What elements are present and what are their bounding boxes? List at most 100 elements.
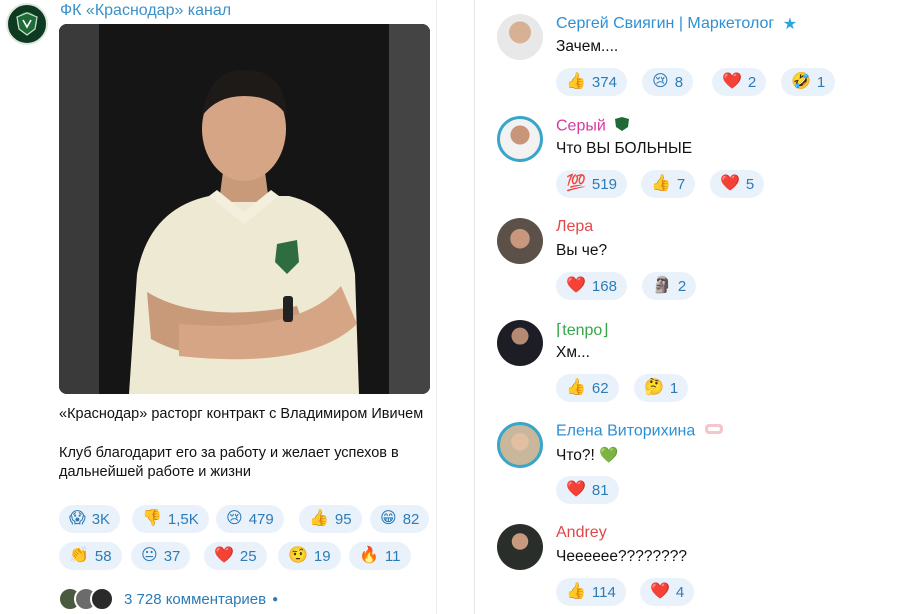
comment-text: Что?! 💚 [556,447,619,464]
reaction-count: 82 [402,510,420,528]
reaction-count: 5 [745,175,755,193]
reaction-count: 2 [747,73,757,91]
thumbs-up-emoji-icon: 👍 [566,379,586,396]
reaction-count: 8 [674,73,684,91]
comment-reaction-heart[interactable]: ❤️ 2 [712,68,767,96]
reaction-count: 2 [677,277,687,295]
reaction-count: 58 [94,547,112,565]
comment-reaction-moai[interactable]: 🗿 2 [642,272,697,300]
reaction-count: 62 [591,379,609,397]
avatar[interactable] [497,422,543,468]
comments-count: 3 728 комментариев [124,590,267,608]
comment-author[interactable]: Andrey [556,524,607,542]
channel-post-panel: ФК «Краснодар» канал «Краснодар» расторг… [0,0,460,614]
post-reaction-thumbs-up[interactable]: 👍 95 [299,505,362,533]
comment-reaction-rofl[interactable]: 🤣 1 [781,68,836,96]
reaction-count: 19 [313,547,331,565]
post-reaction-fire[interactable]: 🔥 11 [349,542,411,570]
comment-reaction-thumbs-up[interactable]: 👍 114 [556,578,626,606]
post-text: «Краснодар» расторг контракт с Владимиро… [59,405,439,502]
post-reaction-scream[interactable]: 😱 3K [59,505,121,533]
reaction-count: 114 [591,583,616,601]
avatar[interactable] [497,218,543,264]
author-name: Andrey [556,524,607,541]
reaction-count: 81 [591,481,609,499]
channel-avatar[interactable] [6,3,48,45]
post-reaction-thumbs-down[interactable]: 👎 1,5K [132,505,209,533]
commenter-avatar [90,587,114,611]
unread-dot-icon: ● [272,593,279,605]
comment-author[interactable]: ⌈tenpo⌋ [556,320,609,340]
comment-reaction-heart[interactable]: ❤️ 168 [556,272,627,300]
comment-reaction-cry[interactable]: 😢 8 [642,68,694,96]
comment-text: Что ВЫ БОЛЬНЫЕ [556,140,693,157]
post-body: Клуб благодарит его за работу и желает у… [59,444,399,481]
premium-star-icon: ★ [782,16,798,33]
avatar[interactable] [497,320,543,366]
reaction-count: 1 [816,73,826,91]
author-name: Сергей Свиягин | Маркетолог [556,15,775,33]
panel-divider [474,0,475,614]
crying-emoji-icon: 😢 [226,510,243,527]
reaction-count: 7 [676,175,686,193]
avatar[interactable] [497,14,543,60]
heart-emoji-icon: ❤️ [566,277,586,294]
reaction-count: 519 [591,175,617,193]
comment-reaction-heart[interactable]: ❤️ 4 [640,578,695,606]
post-reaction-clap[interactable]: 👏 58 [59,542,122,570]
comment-reaction-thumbs-up[interactable]: 👍 62 [556,374,619,402]
post-reaction-neutral[interactable]: 😐 37 [131,542,191,570]
reaction-count: 168 [591,277,617,295]
reaction-count: 479 [248,510,274,528]
thinking-emoji-icon: 🤔 [644,379,664,396]
club-crest-icon [16,12,38,36]
thumbs-up-emoji-icon: 👍 [566,73,586,90]
author-name: Лера [556,218,594,235]
scream-emoji-icon: 😱 [69,510,86,527]
comment-reaction-heart[interactable]: ❤️ 5 [710,170,765,198]
reaction-count: 37 [163,547,181,565]
post-reaction-raised-eyebrow[interactable]: 🤨 19 [278,542,341,570]
author-name: ⌈tenpo⌋ [556,322,609,339]
comment-reaction-thumbs-up[interactable]: 👍 374 [556,68,627,96]
reaction-count: 25 [239,547,257,565]
reaction-count: 11 [384,547,401,565]
post-reaction-cry[interactable]: 😢 479 [216,505,284,533]
club-crest-icon [614,116,630,137]
comment-author[interactable]: Елена Виторихина [556,422,724,441]
comment-author[interactable]: Лера [556,218,593,236]
thumbs-up-emoji-icon: 👍 [651,175,671,192]
channel-name[interactable]: ФК «Краснодар» канал [60,2,231,20]
comment-reaction-heart[interactable]: ❤️ 81 [556,476,619,504]
rofl-emoji-icon: 🤣 [791,73,811,90]
fire-emoji-icon: 🔥 [359,547,379,564]
post-reaction-grin[interactable]: 😁 82 [370,505,430,533]
comment-author[interactable]: Серый [556,116,630,137]
comment-author[interactable]: Сергей Свиягин | Маркетолог ★ [556,14,797,34]
comment-reaction-thinking[interactable]: 🤔 1 [634,374,689,402]
heart-emoji-icon: ❤️ [214,547,234,564]
author-name: Серый [556,117,606,135]
comment-text: Чееееее???????? [556,548,688,565]
post-headline: «Краснодар» расторг контракт с Владимиро… [59,406,424,422]
reaction-count: 4 [675,583,685,601]
reaction-count: 1 [669,379,679,397]
reaction-count: 374 [591,73,617,91]
raised-eyebrow-emoji-icon: 🤨 [288,547,308,564]
hundred-emoji-icon: 💯 [566,175,586,192]
comment-text: Зачем.... [556,38,619,55]
grin-emoji-icon: 😁 [380,510,397,527]
comment-reaction-thumbs-up[interactable]: 👍 7 [641,170,696,198]
avatar[interactable] [497,524,543,570]
reaction-count: 3K [91,510,111,528]
avatar[interactable] [497,116,543,162]
crying-emoji-icon: 😢 [652,73,669,90]
comment-reaction-hundred[interactable]: 💯 519 [556,170,627,198]
comment-text: Вы че? [556,242,608,259]
heart-emoji-icon: ❤️ [650,583,670,600]
heart-emoji-icon: ❤️ [722,73,742,90]
comments-link[interactable]: 3 728 комментариев ● [58,586,278,612]
post-photo[interactable] [59,24,430,394]
post-reaction-heart[interactable]: ❤️ 25 [204,542,267,570]
heart-emoji-icon: ❤️ [720,175,740,192]
